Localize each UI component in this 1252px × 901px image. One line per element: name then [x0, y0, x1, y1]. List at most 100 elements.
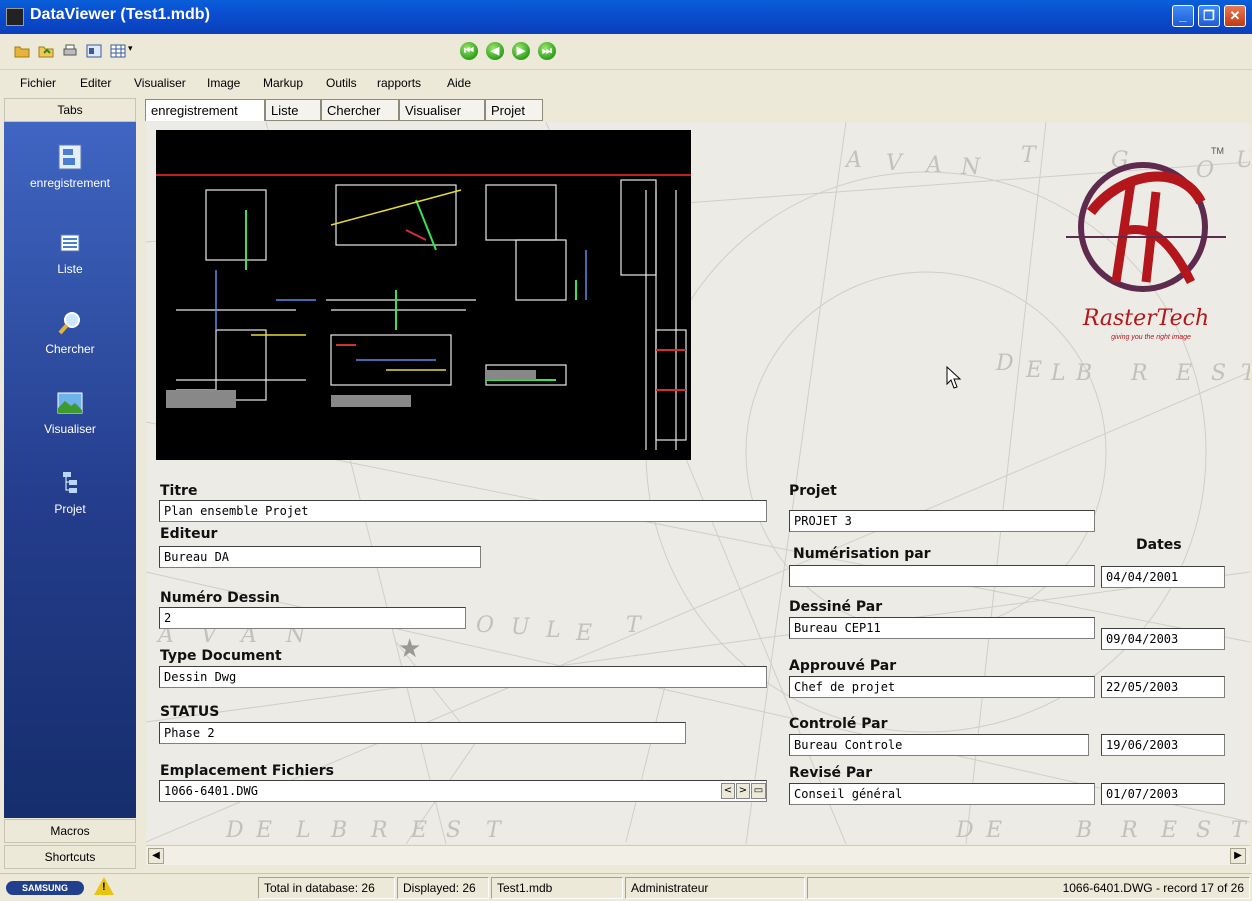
previous-file-button[interactable]: < [721, 783, 735, 799]
dessine-date-field[interactable]: 09/04/2003 [1101, 628, 1225, 650]
map-letter: U [511, 615, 531, 640]
map-letter: E [575, 621, 592, 646]
tab-projet[interactable]: Projet [485, 99, 543, 121]
sidebar-item-projet[interactable]: Projet [4, 470, 136, 516]
dessine-field[interactable]: Bureau CEP11 [789, 617, 1095, 639]
sidebar-item-chercher[interactable]: Chercher [4, 310, 136, 356]
map-letter: R [1120, 818, 1138, 843]
toolbar: ▾ ⏮ ◀ ▶ ⏭ [0, 34, 1252, 70]
status-total: Total in database: 26 [258, 877, 395, 899]
numero-dessin-field[interactable]: 2 [159, 607, 466, 629]
scroll-left-icon[interactable]: ◀ [148, 848, 164, 864]
revise-label: Revisé Par [789, 765, 873, 781]
first-record-icon[interactable]: ⏮ [460, 42, 478, 60]
map-letter: E [1160, 818, 1177, 843]
warning-icon[interactable]: ! [94, 877, 114, 895]
numerisation-field[interactable] [789, 565, 1095, 587]
folder-icon[interactable]: ▭ [751, 783, 766, 799]
restore-button[interactable]: ❐ [1198, 5, 1220, 27]
map-letter: T [486, 818, 503, 843]
status-file: Test1.mdb [491, 877, 623, 899]
map-letter: E [1025, 358, 1042, 383]
sidebar-item-label: Projet [54, 502, 86, 516]
sidebar-item-visualiser[interactable]: Visualiser [4, 390, 136, 436]
map-letter: T [1231, 818, 1248, 843]
map-letter: N [960, 155, 981, 180]
tab-liste[interactable]: Liste [265, 99, 321, 121]
map-letter: L [545, 618, 561, 643]
menu-image[interactable]: Image [207, 76, 240, 90]
sidebar-header[interactable]: Tabs [4, 98, 136, 122]
menu-fichier[interactable]: Fichier [20, 76, 56, 90]
horizontal-scrollbar[interactable]: ◀ ▶ [146, 845, 1250, 865]
tab-enregistrement[interactable]: enregistrement [145, 99, 265, 121]
type-document-field[interactable]: Dessin Dwg [159, 666, 767, 688]
status-displayed: Displayed: 26 [397, 877, 489, 899]
next-record-icon[interactable]: ▶ [512, 42, 530, 60]
menu-aide[interactable]: Aide [447, 76, 471, 90]
approuve-date-field[interactable]: 22/05/2003 [1101, 676, 1225, 698]
numerisation-date-field[interactable]: 04/04/2001 [1101, 566, 1225, 588]
macros-button[interactable]: Macros [4, 819, 136, 843]
print-icon[interactable] [62, 43, 78, 59]
map-letter: E [255, 818, 272, 843]
menu-bar: Fichier Editer Visualiser Image Markup O… [0, 71, 1252, 97]
revise-field[interactable]: Conseil général [789, 783, 1095, 805]
map-letter: B [1075, 818, 1092, 843]
grid-dropdown-icon[interactable]: ▾ [128, 43, 133, 54]
drawing-preview[interactable] [156, 130, 691, 460]
numerisation-label: Numérisation par [793, 546, 931, 562]
menu-visualiser[interactable]: Visualiser [134, 76, 186, 90]
controle-label: Controlé Par [789, 716, 888, 732]
map-letter: T [1021, 143, 1038, 168]
approuve-field[interactable]: Chef de projet [789, 676, 1095, 698]
map-letter: A [924, 153, 942, 178]
logo-tagline: giving you the right image [1111, 334, 1191, 341]
grid-icon[interactable] [110, 43, 126, 59]
approuve-label: Approuvé Par [789, 658, 897, 674]
status-label: STATUS [160, 704, 220, 720]
status-field[interactable]: Phase 2 [159, 722, 686, 744]
editeur-field[interactable]: Bureau DA [159, 546, 481, 568]
map-letter: D [225, 818, 244, 843]
dessine-label: Dessiné Par [789, 599, 883, 615]
next-file-button[interactable]: > [736, 783, 750, 799]
map-letter: D [955, 818, 974, 843]
map-letter: U [1236, 148, 1250, 173]
map-letter: S [446, 818, 461, 843]
menu-rapports[interactable]: rapports [377, 76, 421, 90]
rastertech-logo: TM RasterTech giving you the right image [1066, 146, 1226, 341]
controle-field[interactable]: Bureau Controle [789, 734, 1089, 756]
view-icon[interactable] [86, 43, 102, 59]
open-icon[interactable] [14, 43, 30, 59]
scroll-right-icon[interactable]: ▶ [1230, 848, 1246, 864]
sidebar-item-enregistrement[interactable]: enregistrement [4, 144, 136, 190]
sidebar-item-liste[interactable]: Liste [4, 230, 136, 276]
menu-markup[interactable]: Markup [263, 76, 303, 90]
open-folder-icon[interactable] [38, 43, 54, 59]
close-button[interactable]: ✕ [1224, 5, 1246, 27]
sidebar-item-label: Visualiser [44, 422, 96, 436]
app-icon [6, 8, 24, 26]
last-record-icon[interactable]: ⏭ [538, 42, 556, 60]
shortcuts-button[interactable]: Shortcuts [4, 845, 136, 869]
menu-outils[interactable]: Outils [326, 76, 357, 90]
map-letter: B [330, 818, 347, 843]
previous-record-icon[interactable]: ◀ [486, 42, 504, 60]
sidebar-item-label: enregistrement [29, 176, 111, 190]
window-title: DataViewer (Test1.mdb) [30, 6, 210, 23]
search-icon [58, 312, 80, 335]
tab-visualiser[interactable]: Visualiser [399, 99, 485, 121]
projet-field[interactable]: PROJET 3 [789, 510, 1095, 532]
revise-date-field[interactable]: 01/07/2003 [1101, 783, 1225, 805]
tab-chercher[interactable]: Chercher [321, 99, 399, 121]
minimize-button[interactable]: _ [1172, 5, 1194, 27]
menu-editer[interactable]: Editer [80, 76, 111, 90]
dates-label: Dates [1136, 537, 1182, 553]
titre-field[interactable]: Plan ensemble Projet [159, 500, 767, 522]
controle-date-field[interactable]: 19/06/2003 [1101, 734, 1225, 756]
map-letter: V [886, 151, 904, 176]
map-letter: E [410, 818, 427, 843]
emplacement-field[interactable]: 1066-6401.DWG < > ▭ [159, 780, 767, 802]
map-letter: S [1196, 818, 1211, 843]
